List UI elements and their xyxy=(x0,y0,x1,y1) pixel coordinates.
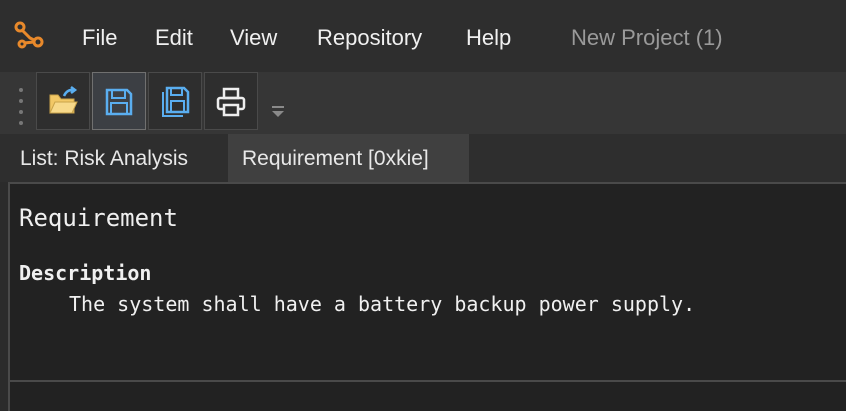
open-button[interactable] xyxy=(36,72,90,130)
description-text: The system shall have a battery backup p… xyxy=(69,292,696,316)
folder-open-icon xyxy=(49,86,78,114)
app-logo-icon xyxy=(14,21,44,49)
toolbar-grip-handle[interactable] xyxy=(18,88,24,125)
description-heading: Description xyxy=(19,261,152,285)
menu-file[interactable]: File xyxy=(82,24,117,52)
save-all-icon xyxy=(162,86,190,117)
print-button[interactable] xyxy=(204,72,258,130)
menu-bar: File Edit View Repository Help New Proje… xyxy=(0,0,846,72)
printer-icon xyxy=(216,87,246,117)
menu-repository[interactable]: Repository xyxy=(317,24,422,52)
save-button[interactable] xyxy=(92,72,146,130)
project-title: New Project (1) xyxy=(571,25,723,50)
menu-help[interactable]: Help xyxy=(466,24,511,52)
menu-edit[interactable]: Edit xyxy=(155,24,193,52)
chevron-down-icon[interactable] xyxy=(270,104,286,120)
document-title: Requirement xyxy=(19,204,178,232)
toolbar xyxy=(0,72,846,134)
tab-requirement[interactable]: Requirement [0xkie] xyxy=(228,134,469,182)
document-view[interactable]: Requirement Description The system shall… xyxy=(8,182,846,411)
save-icon xyxy=(105,88,133,116)
divider xyxy=(10,380,846,382)
app-window: File Edit View Repository Help New Proje… xyxy=(0,0,846,411)
tab-risk-analysis[interactable]: List: Risk Analysis xyxy=(6,134,228,182)
tab-bar: List: Risk Analysis Requirement [0xkie] xyxy=(0,134,846,182)
save-all-button[interactable] xyxy=(148,72,202,130)
menu-view[interactable]: View xyxy=(230,24,277,52)
